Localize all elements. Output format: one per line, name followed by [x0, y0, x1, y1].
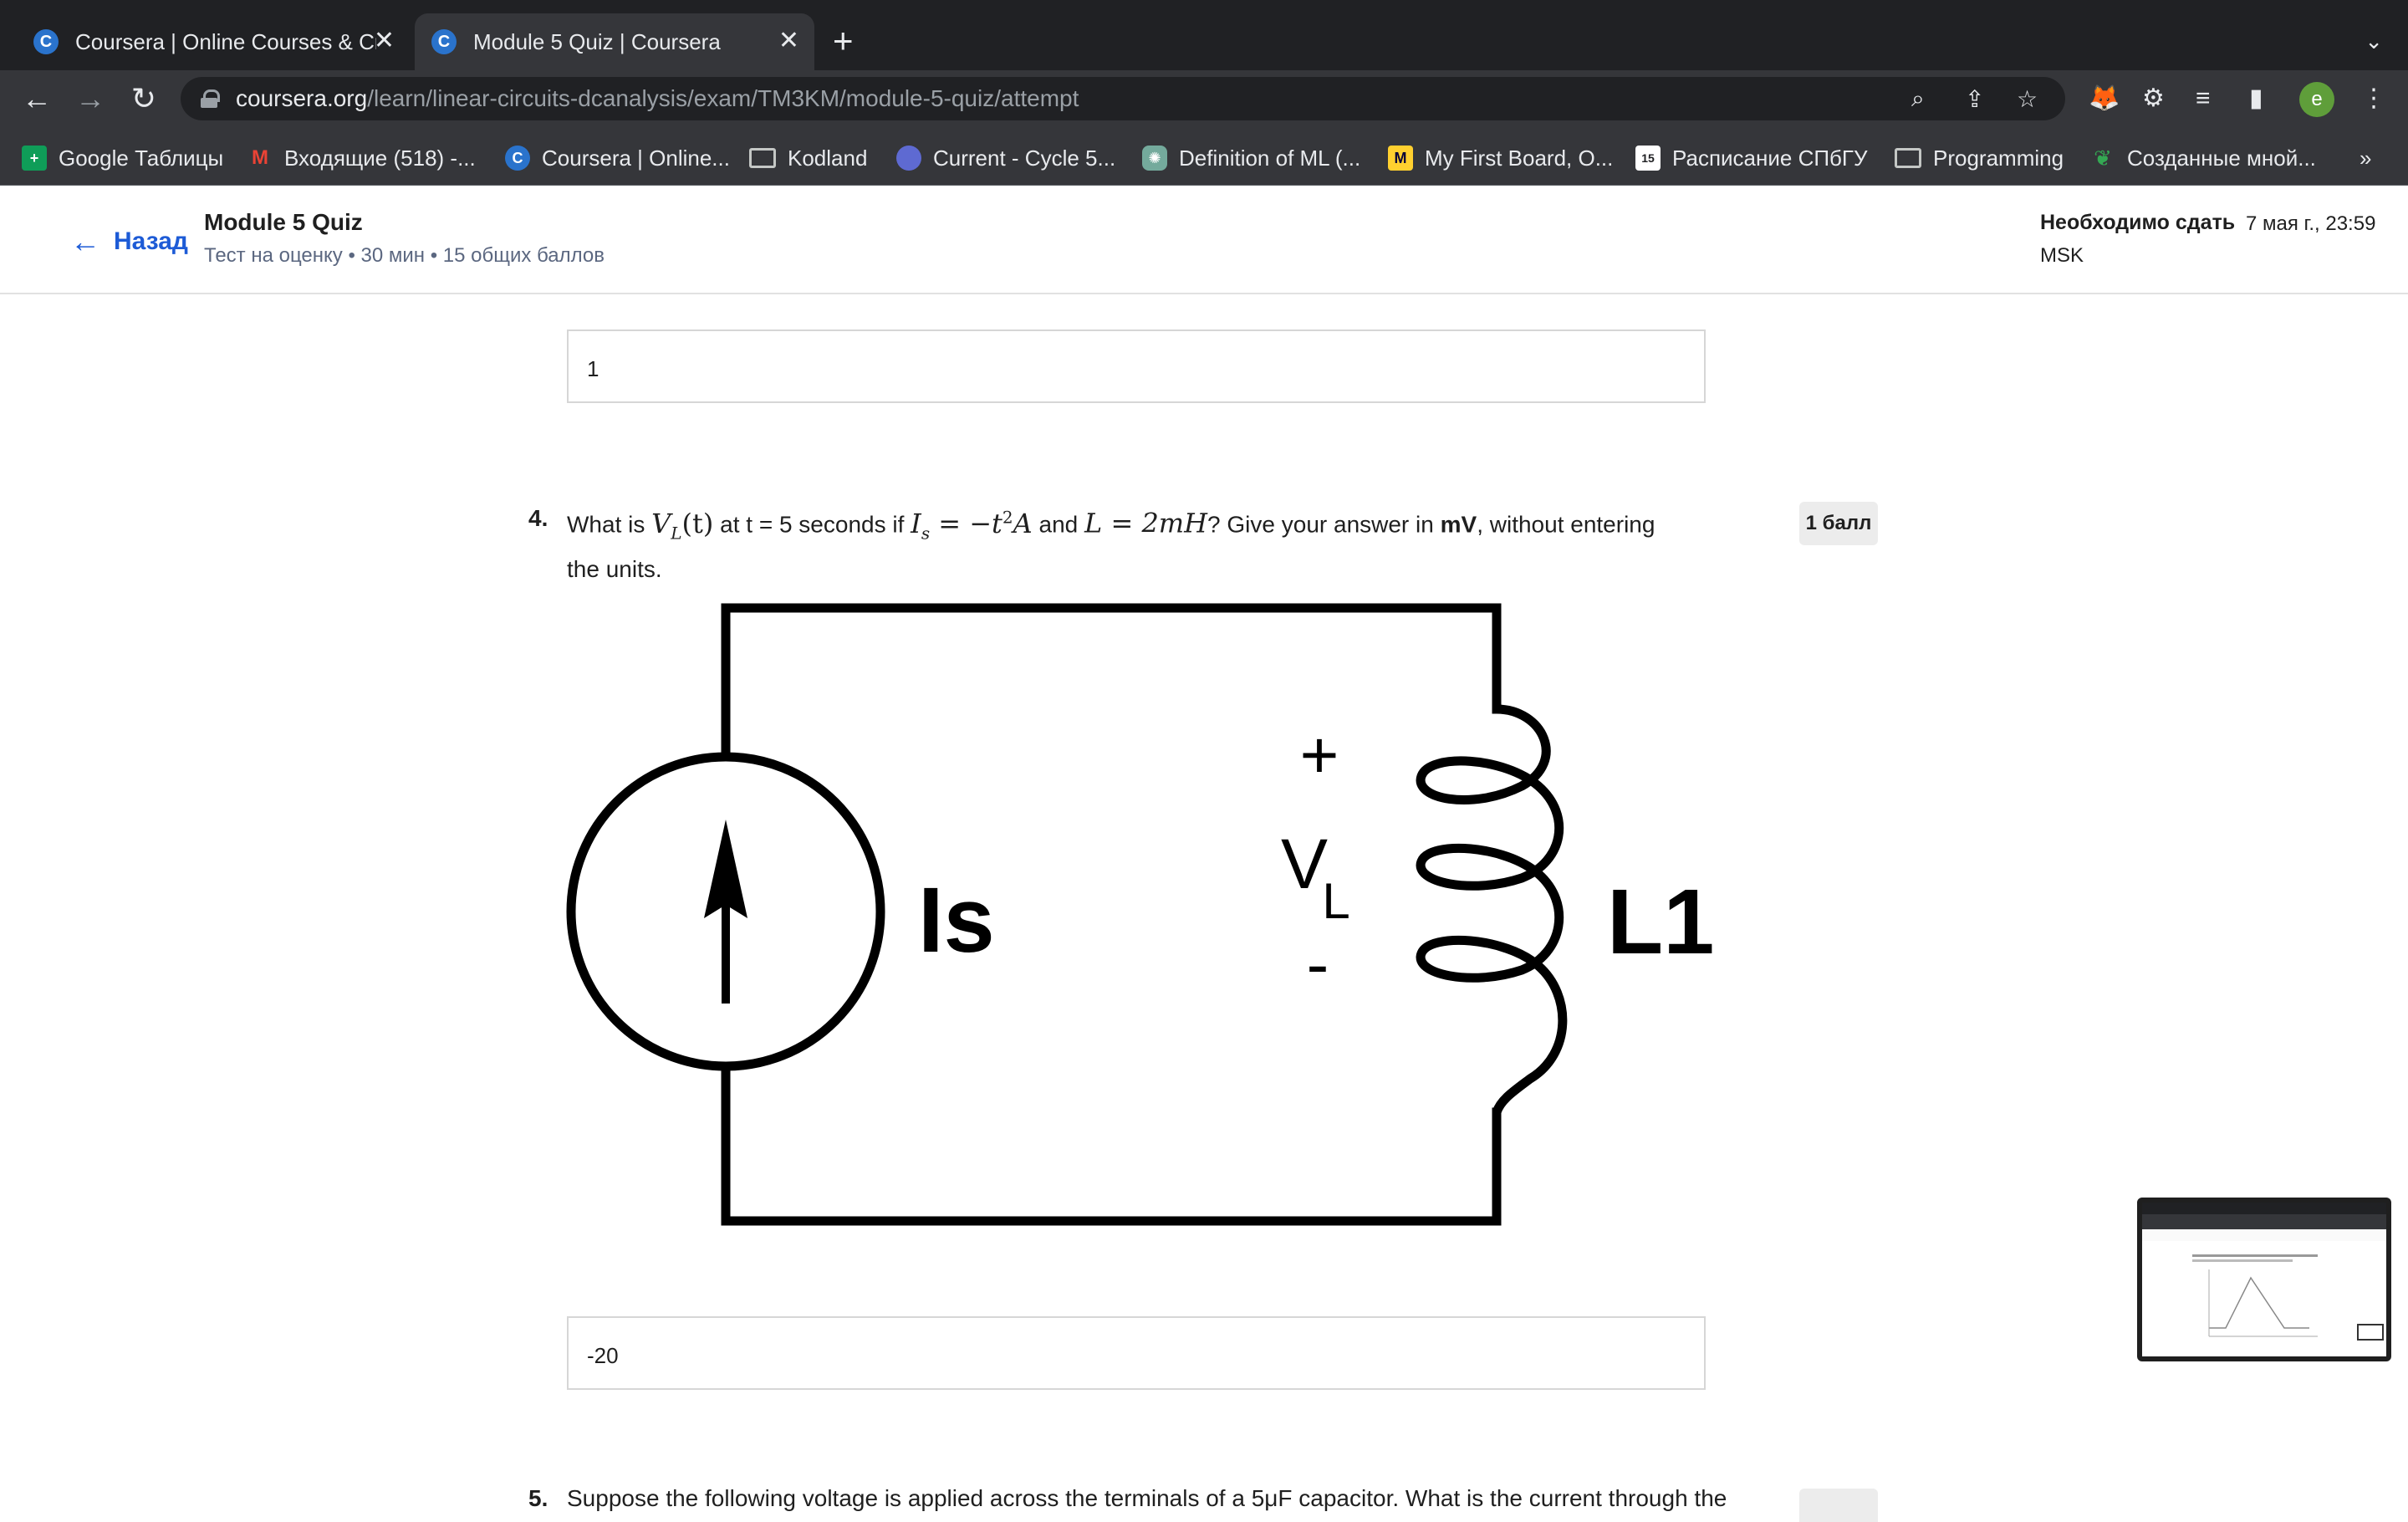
bookmark-google-sheets[interactable]: + Google Таблицы	[22, 144, 223, 172]
due-date: 7 мая г., 23:59	[2246, 212, 2376, 235]
bookmark-programming[interactable]: Programming	[1895, 144, 2064, 172]
quiz-header: ← Назад Module 5 Quiz Тест на оценку • 3…	[0, 186, 2408, 294]
minus-label: -	[1307, 927, 1329, 1001]
bookmark-definition-ml[interactable]: ✺ Definition of ML (...	[1142, 144, 1360, 172]
due-label: Необходимо сдать	[2040, 211, 2236, 234]
inductor-label: L1	[1607, 871, 1714, 973]
screen-thumbnail-preview[interactable]	[2137, 1198, 2391, 1361]
bookmark-label: Созданные мной...	[2127, 145, 2316, 171]
points-badge: 1 балл	[1799, 502, 1878, 545]
coursera-icon: C	[505, 146, 530, 171]
bookmark-label: Current - Cycle 5...	[933, 145, 1116, 171]
tab-title: Coursera | Online Courses & Cr	[75, 28, 376, 54]
quiz-subtitle: Тест на оценку • 30 мин • 15 общих балло…	[204, 244, 605, 267]
chrome-menu-icon[interactable]: ⋮	[2361, 82, 2386, 115]
linear-icon	[896, 146, 921, 171]
tab-module-5-quiz[interactable]: C Module 5 Quiz | Coursera ✕	[415, 13, 814, 70]
browser-toolbar: ← → ↻ coursera.org/learn/linear-circuits…	[0, 70, 2408, 127]
points-badge	[1799, 1489, 1878, 1522]
bookmark-coursera[interactable]: C Coursera | Online...	[505, 144, 730, 172]
bookmark-miro-board[interactable]: M My First Board, O...	[1388, 144, 1613, 172]
bookmark-label: My First Board, O...	[1425, 145, 1614, 171]
profile-avatar[interactable]: e	[2299, 82, 2334, 117]
folder-icon	[1895, 148, 1921, 168]
voltage-label: V	[1281, 825, 1328, 903]
current-arrow-head	[704, 820, 747, 918]
bookmark-star-icon[interactable]: ☆	[2017, 85, 2038, 113]
tab-title: Module 5 Quiz | Coursera	[473, 28, 721, 54]
back-link[interactable]: ← Назад	[70, 224, 188, 259]
question-4-answer-input[interactable]: -20	[567, 1316, 1706, 1390]
close-tab-icon[interactable]: ✕	[778, 28, 799, 54]
bookmark-label: Coursera | Online...	[542, 145, 730, 171]
thumbnail-image	[2142, 1203, 2386, 1341]
coursera-favicon-icon: C	[33, 29, 59, 54]
folder-icon	[749, 148, 776, 168]
extensions-puzzle-icon[interactable]: ⚙	[2142, 82, 2165, 115]
due-timezone: MSK	[2040, 244, 2084, 267]
forward-arrow-icon[interactable]: →	[72, 80, 109, 117]
bookmarks-bar: + Google Таблицы M Входящие (518) -... C…	[0, 127, 2408, 186]
plus-label: +	[1300, 718, 1339, 792]
share-icon[interactable]: ⇪	[1965, 85, 1984, 113]
url-text[interactable]: coursera.org/learn/linear-circuits-dcana…	[236, 85, 1079, 112]
close-tab-icon[interactable]: ✕	[374, 28, 395, 54]
question-3-answer-input[interactable]: 1	[567, 329, 1706, 403]
bookmarks-overflow-icon[interactable]: »	[2360, 144, 2371, 172]
zoom-icon[interactable]: ⌕	[1911, 85, 1925, 113]
question-5-text: Suppose the following voltage is applied…	[567, 1485, 1727, 1511]
media-queue-icon[interactable]: ≡	[2196, 82, 2211, 115]
bookmark-label: Google Таблицы	[59, 145, 224, 171]
bookmark-current-cycle[interactable]: Current - Cycle 5...	[896, 144, 1115, 172]
answer-value: 1	[587, 356, 599, 381]
gmail-icon: M	[252, 146, 268, 169]
reload-icon[interactable]: ↻	[125, 80, 162, 117]
tab-coursera-home[interactable]: C Coursera | Online Courses & Cr ✕	[17, 13, 410, 70]
back-arrow-icon[interactable]: ←	[18, 80, 55, 117]
bookmark-gmail[interactable]: M Входящие (518) -...	[247, 144, 476, 172]
bookmark-created-by-me[interactable]: ❦ Созданные мной...	[2090, 144, 2316, 172]
bookmark-kodland[interactable]: Kodland	[749, 144, 867, 172]
bookmark-spbu-schedule[interactable]: 15 Расписание СПбГУ	[1635, 144, 1868, 172]
tab-search-chevron-icon[interactable]: ⌄	[2365, 28, 2383, 54]
bookmark-label: Входящие (518) -...	[284, 145, 476, 171]
inductor-coil	[1416, 704, 1568, 1115]
back-label: Назад	[114, 227, 188, 255]
side-panel-icon[interactable]: ▮	[2249, 82, 2263, 115]
leaf-icon: ❦	[2094, 145, 2112, 171]
source-label: Is	[918, 869, 995, 972]
browser-tab-strip: C Coursera | Online Courses & Cr ✕ C Mod…	[0, 0, 2408, 70]
sheets-icon: +	[22, 146, 47, 171]
voltage-subscript: L	[1322, 873, 1349, 929]
quiz-title: Module 5 Quiz	[204, 209, 363, 235]
circuit-diagram: Is + V L - L1	[566, 603, 1714, 1226]
coursera-favicon-icon: C	[431, 29, 457, 54]
question-number: 5.	[528, 1485, 548, 1511]
miro-icon: M	[1388, 146, 1413, 171]
bookmark-label: Programming	[1933, 145, 2064, 171]
bookmark-label: Kodland	[788, 145, 868, 171]
lock-icon[interactable]	[201, 89, 220, 108]
address-bar[interactable]: coursera.org/learn/linear-circuits-dcana…	[181, 77, 2065, 120]
top-wire	[721, 603, 1502, 758]
bookmark-label: Definition of ML (...	[1179, 145, 1361, 171]
question-4-text: What is VL(t) at t = 5 seconds if Is = −…	[567, 507, 1656, 583]
arrow-left-icon: ←	[70, 224, 100, 258]
question-number: 4.	[528, 505, 548, 531]
answer-value: -20	[587, 1343, 619, 1368]
bottom-wire	[721, 1061, 1502, 1226]
metamask-icon[interactable]: 🦊	[2089, 82, 2120, 115]
chatgpt-icon: ✺	[1142, 146, 1167, 171]
bookmark-label: Расписание СПбГУ	[1672, 145, 1868, 171]
new-tab-icon[interactable]: +	[833, 23, 854, 59]
calendar-icon: 15	[1635, 146, 1661, 171]
